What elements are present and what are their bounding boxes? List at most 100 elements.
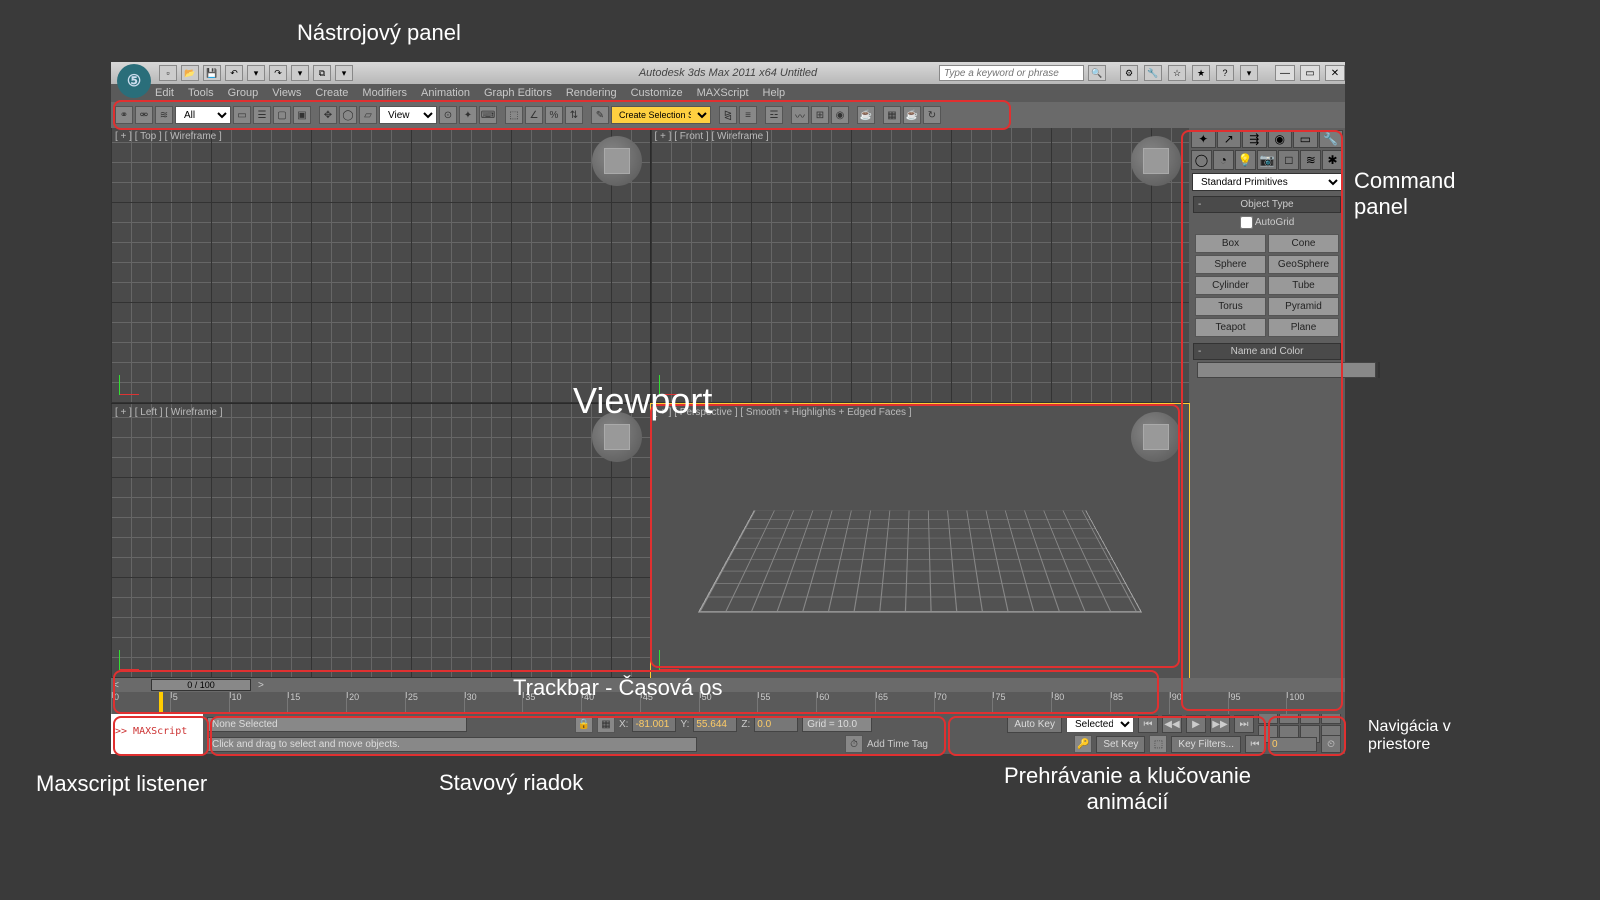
prim-plane[interactable]: Plane	[1268, 318, 1339, 337]
slider-left-arrow-icon[interactable]: <	[111, 680, 121, 691]
prev-frame-icon[interactable]: ◀◀	[1162, 715, 1182, 733]
search-input[interactable]	[939, 65, 1084, 81]
menu-tools[interactable]: Tools	[188, 87, 214, 99]
cat-spacewarps-icon[interactable]: ≋	[1300, 150, 1321, 170]
layers-icon[interactable]: ☲	[765, 106, 783, 124]
timetag-label[interactable]: Add Time Tag	[867, 739, 928, 750]
pivot-icon[interactable]: ⊙	[439, 106, 457, 124]
menu-views[interactable]: Views	[272, 87, 301, 99]
cmd-tab-create-icon[interactable]: ✦	[1191, 130, 1216, 148]
goto-end-icon[interactable]: ⏭	[1234, 715, 1254, 733]
cmd-tab-modify-icon[interactable]: ↗	[1217, 130, 1242, 148]
iso-icon[interactable]: ▦	[597, 715, 615, 733]
star-icon[interactable]: ☆	[1168, 65, 1186, 81]
time-slider-track[interactable]: < 0 / 100 >	[111, 678, 1345, 692]
move-tool-icon[interactable]: ✥	[319, 106, 337, 124]
primitive-category-select[interactable]: Standard Primitives	[1192, 173, 1342, 191]
prim-geosphere[interactable]: GeoSphere	[1268, 255, 1339, 274]
frame-input[interactable]	[1269, 737, 1317, 752]
y-coord-input[interactable]	[693, 717, 737, 732]
search-go-icon[interactable]: 🔍	[1088, 65, 1106, 81]
object-name-input[interactable]	[1197, 362, 1376, 378]
rollout-name-color[interactable]: Name and Color	[1193, 343, 1341, 360]
render-prod-icon[interactable]: ☕	[903, 106, 921, 124]
keyboard-icon[interactable]: ⌨	[479, 106, 497, 124]
render-frame-icon[interactable]: ▦	[883, 106, 901, 124]
viewcube-front-icon[interactable]	[1131, 136, 1181, 186]
lock-icon[interactable]: 🔒	[575, 715, 593, 733]
cat-cameras-icon[interactable]: 📷	[1257, 150, 1278, 170]
key-prev-icon[interactable]: ⏮	[1245, 735, 1265, 753]
render-setup-icon[interactable]: ☕	[857, 106, 875, 124]
setkey-button[interactable]: Set Key	[1096, 736, 1145, 753]
comm-center-icon[interactable]: ⚙	[1120, 65, 1138, 81]
spinner-snap-icon[interactable]: ⇅	[565, 106, 583, 124]
time-config-icon[interactable]: ⏲	[1321, 735, 1341, 753]
open-icon[interactable]: 📂	[181, 65, 199, 81]
menu-grapheditors[interactable]: Graph Editors	[484, 87, 552, 99]
keymode-select[interactable]: Selected	[1066, 715, 1134, 733]
viewport-front[interactable]: [ + ] [ Front ] [ Wireframe ]	[651, 128, 1190, 403]
viewport-label-left[interactable]: [ + ] [ Left ] [ Wireframe ]	[115, 407, 223, 418]
link-tool-icon[interactable]: ⚭	[115, 106, 133, 124]
select-region-icon[interactable]: ▢	[273, 106, 291, 124]
prim-torus[interactable]: Torus	[1195, 297, 1266, 316]
time-slider-knob[interactable]: 0 / 100	[151, 679, 251, 691]
menu-help[interactable]: Help	[763, 87, 786, 99]
select-name-icon[interactable]: ☰	[253, 106, 271, 124]
menu-customize[interactable]: Customize	[631, 87, 683, 99]
goto-start-icon[interactable]: ⏮	[1138, 715, 1158, 733]
selection-filter[interactable]: All	[175, 106, 231, 124]
viewcube-top-icon[interactable]	[592, 136, 642, 186]
viewport-label-persp[interactable]: [ + ] [ Perspective ] [ Smooth + Highlig…	[655, 407, 912, 418]
window-crossing-icon[interactable]: ▣	[293, 106, 311, 124]
z-coord-input[interactable]	[754, 717, 798, 732]
cat-geometry-icon[interactable]: ◯	[1191, 150, 1212, 170]
object-color-swatch[interactable]	[1378, 362, 1380, 378]
viewport-label-top[interactable]: [ + ] [ Top ] [ Wireframe ]	[115, 131, 222, 142]
viewcube-persp-icon[interactable]	[1131, 412, 1181, 462]
viewport-top[interactable]: [ + ] [ Top ] [ Wireframe ]	[111, 128, 650, 403]
redo-icon[interactable]: ↷	[269, 65, 287, 81]
close-button[interactable]: ✕	[1325, 65, 1345, 81]
maximize-button[interactable]: ▭	[1300, 65, 1320, 81]
maxscript-listener[interactable]: >> MAXScript	[111, 714, 203, 754]
menu-animation[interactable]: Animation	[421, 87, 470, 99]
timetag-icon[interactable]: ⏱	[845, 735, 863, 753]
menu-group[interactable]: Group	[228, 87, 259, 99]
prim-pyramid[interactable]: Pyramid	[1268, 297, 1339, 316]
snap-icon[interactable]: ⬚	[505, 106, 523, 124]
help-icon[interactable]: ?	[1216, 65, 1234, 81]
angle-snap-icon[interactable]: ∠	[525, 106, 543, 124]
keyfilters-button[interactable]: Key Filters...	[1171, 736, 1241, 753]
scale-tool-icon[interactable]: ▱	[359, 106, 377, 124]
rollout-object-type[interactable]: Object Type	[1193, 196, 1341, 213]
cat-systems-icon[interactable]: ✱	[1322, 150, 1343, 170]
prim-sphere[interactable]: Sphere	[1195, 255, 1266, 274]
autogrid-checkbox[interactable]	[1240, 216, 1253, 229]
prim-cylinder[interactable]: Cylinder	[1195, 276, 1266, 295]
keylarge-icon[interactable]: 🔑	[1074, 735, 1092, 753]
cat-shapes-icon[interactable]: ◔	[1213, 150, 1234, 170]
viewcube-left-icon[interactable]	[592, 412, 642, 462]
new-icon[interactable]: ▫	[159, 65, 177, 81]
play-icon[interactable]: ▶	[1186, 715, 1206, 733]
cmd-tab-hierarchy-icon[interactable]: ⇶	[1242, 130, 1267, 148]
help-drop-icon[interactable]: ▾	[1240, 65, 1258, 81]
render-iter-icon[interactable]: ↻	[923, 106, 941, 124]
cmd-tab-motion-icon[interactable]: ◉	[1268, 130, 1293, 148]
mirror-icon[interactable]: ⧎	[719, 106, 737, 124]
curve-editor-icon[interactable]: 〰	[791, 106, 809, 124]
menu-create[interactable]: Create	[315, 87, 348, 99]
menu-maxscript[interactable]: MAXScript	[697, 87, 749, 99]
viewport-perspective[interactable]: [ + ] [ Perspective ] [ Smooth + Highlig…	[651, 404, 1190, 679]
autokey-button[interactable]: Auto Key	[1007, 716, 1062, 733]
rotate-tool-icon[interactable]: ◯	[339, 106, 357, 124]
cat-helpers-icon[interactable]: □	[1278, 150, 1299, 170]
viewport-label-front[interactable]: [ + ] [ Front ] [ Wireframe ]	[655, 131, 769, 142]
prim-teapot[interactable]: Teapot	[1195, 318, 1266, 337]
star2-icon[interactable]: ★	[1192, 65, 1210, 81]
prim-cone[interactable]: Cone	[1268, 234, 1339, 253]
keymode-icon[interactable]: ⬚	[1149, 735, 1167, 753]
ref-coord-select[interactable]: View	[379, 106, 437, 124]
